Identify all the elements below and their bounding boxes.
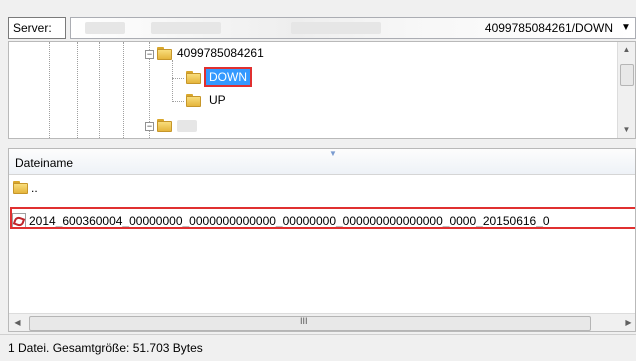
server-bar: Server: 4099785084261/DOWN ▼ [0, 0, 636, 43]
scroll-thumb[interactable]: III [29, 316, 591, 331]
tree-line [172, 60, 173, 102]
tree-item-down-selected[interactable]: DOWN [204, 67, 252, 87]
chevron-down-icon[interactable]: ▼ [619, 22, 633, 33]
scroll-grip: III [300, 316, 308, 326]
server-label: Server: [8, 17, 66, 39]
tree-vertical-scrollbar[interactable]: ▲ ▼ [617, 42, 635, 138]
tree-item-label[interactable]: UP [209, 93, 226, 107]
blurred-text [151, 22, 221, 34]
scroll-up-icon[interactable]: ▲ [618, 42, 635, 58]
blurred-text [291, 22, 381, 34]
scroll-right-icon[interactable]: ▶ [620, 315, 635, 331]
list-item-parent-dir[interactable]: .. [9, 178, 635, 198]
remote-directory-tree[interactable]: − 4099785084261 DOWN UP − ▲ ▼ [8, 41, 636, 139]
file-name: .. [31, 181, 38, 195]
sort-arrow-icon: ▼ [329, 149, 337, 158]
folder-icon [186, 71, 201, 84]
tree-line [77, 42, 78, 138]
server-path-text: 4099785084261/DOWN [484, 21, 613, 35]
tree-line [49, 42, 50, 138]
folder-icon [157, 47, 172, 60]
server-path-combobox[interactable]: 4099785084261/DOWN ▼ [70, 17, 636, 39]
remote-file-list[interactable]: ▼ Dateiname .. 2014_600360004_00000000_0… [8, 148, 636, 332]
blurred-text [177, 120, 197, 132]
highlight-box [10, 207, 635, 229]
status-text: 1 Datei. Gesamtgröße: 51.703 Bytes [8, 341, 203, 355]
tree-line [99, 42, 100, 138]
collapse-icon[interactable]: − [145, 122, 154, 131]
scroll-thumb[interactable] [620, 64, 634, 86]
tree-line [123, 42, 124, 138]
folder-icon [186, 94, 201, 107]
status-bar: 1 Datei. Gesamtgröße: 51.703 Bytes [0, 334, 636, 361]
column-header-filename[interactable]: ▼ Dateiname [9, 149, 635, 175]
scroll-down-icon[interactable]: ▼ [618, 122, 635, 138]
tree-line [172, 101, 184, 102]
horizontal-scrollbar[interactable]: ◀ III ▶ [9, 313, 635, 331]
blurred-text [85, 22, 125, 34]
panel-splitter[interactable] [0, 139, 636, 148]
scroll-left-icon[interactable]: ◀ [9, 315, 26, 331]
column-header-label: Dateiname [15, 156, 74, 170]
tree-line [172, 78, 184, 79]
folder-icon [13, 181, 28, 194]
tree-item-label[interactable]: 4099785084261 [177, 46, 264, 60]
collapse-icon[interactable]: − [145, 50, 154, 59]
folder-icon [157, 119, 172, 132]
